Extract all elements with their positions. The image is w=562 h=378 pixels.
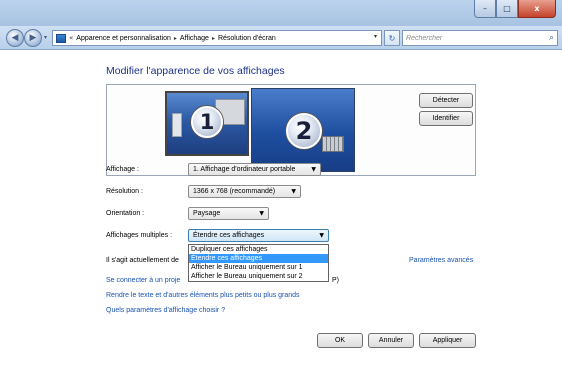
search-box: ⌕ — [402, 30, 558, 46]
maximize-button[interactable]: □ — [496, 0, 518, 18]
orientation-label: Orientation : — [106, 210, 145, 217]
breadcrumb-resolution[interactable]: Résolution d'écran — [218, 35, 276, 42]
resolution-label: Résolution : — [106, 188, 143, 195]
main-content: Modifier l'apparence de vos affichages 1… — [0, 51, 562, 378]
refresh-button[interactable]: ↻ — [384, 30, 400, 46]
refresh-icon: ↻ — [388, 33, 396, 43]
display-settings-window: – □ x ◀ ▶ ▾ « Apparence et personnalisat… — [0, 0, 562, 378]
chevron-down-icon: ▼ — [291, 188, 296, 195]
forward-button[interactable]: ▶ — [24, 29, 42, 47]
ok-button[interactable]: OK — [317, 333, 363, 348]
dropdown-option-only-2[interactable]: Afficher le Bureau uniquement sur 2 — [189, 272, 328, 281]
which-settings-link[interactable]: Quels paramètres d'affichage choisir ? — [106, 307, 225, 314]
chevron-down-icon: ▼ — [311, 166, 316, 173]
display-label: Affichage : — [106, 166, 139, 173]
breadcrumb-arrow-icon[interactable]: ▸ — [174, 35, 177, 42]
monitor-1[interactable]: 1 — [165, 91, 249, 156]
minimize-button[interactable]: – — [474, 0, 496, 18]
address-bar[interactable]: « Apparence et personnalisation ▸ Affich… — [52, 30, 382, 46]
resolution-select-value: 1366 x 768 (recommandé) — [193, 188, 276, 195]
chevron-down-icon: ▼ — [259, 210, 264, 217]
search-icon[interactable]: ⌕ — [549, 33, 554, 43]
breadcrumb-affichage[interactable]: Affichage — [180, 35, 209, 42]
resolution-select[interactable]: 1366 x 768 (recommandé) ▼ — [188, 185, 301, 198]
advanced-settings-link[interactable]: Paramètres avancés — [409, 257, 473, 264]
current-display-text: Il s'agit actuellement de — [106, 257, 179, 264]
arrow-right-icon: ▶ — [29, 33, 37, 43]
address-dropdown-icon[interactable]: ▾ — [374, 33, 377, 40]
monitor-2-number: 2 — [286, 113, 322, 149]
cancel-button[interactable]: Annuler — [368, 333, 414, 348]
connect-projector-link[interactable]: Se connecter à un proje — [106, 277, 180, 284]
monitor-2[interactable]: 2 — [251, 88, 355, 172]
title-bar: – □ x — [0, 0, 562, 26]
history-dropdown-icon[interactable]: ▾ — [44, 34, 47, 41]
text-size-link[interactable]: Rendre le texte et d'autres éléments plu… — [106, 292, 300, 299]
page-title: Modifier l'apparence de vos affichages — [106, 65, 285, 77]
close-button[interactable]: x — [518, 0, 556, 18]
arrow-left-icon: ◀ — [11, 33, 19, 43]
orientation-select[interactable]: Paysage ▼ — [188, 207, 269, 220]
control-panel-icon — [56, 33, 66, 43]
identify-button[interactable]: Identifier — [419, 111, 473, 126]
dropdown-option-duplicate[interactable]: Dupliquer ces affichages — [189, 245, 328, 254]
multiple-displays-dropdown-list: Dupliquer ces affichages Étendre ces aff… — [188, 244, 329, 282]
caption-buttons: – □ x — [474, 0, 556, 18]
breadcrumb-overflow-icon[interactable]: « — [69, 34, 73, 42]
multiple-displays-select-value: Étendre ces affichages — [193, 232, 265, 239]
breadcrumb-apparence[interactable]: Apparence et personnalisation — [76, 35, 171, 42]
orientation-select-value: Paysage — [193, 210, 221, 217]
display-select-value: 1. Affichage d'ordinateur portable — [193, 166, 296, 173]
breadcrumb-arrow-icon[interactable]: ▸ — [212, 35, 215, 42]
apply-button[interactable]: Appliquer — [419, 333, 476, 348]
search-input[interactable] — [406, 33, 536, 43]
monitor-1-sidebar-thumbnail — [172, 113, 182, 137]
display-select[interactable]: 1. Affichage d'ordinateur portable ▼ — [188, 163, 321, 176]
back-button[interactable]: ◀ — [6, 29, 24, 47]
detect-button[interactable]: Détecter — [419, 93, 473, 108]
chevron-down-icon: ▼ — [319, 232, 324, 239]
monitor-1-number: 1 — [191, 106, 223, 138]
current-display-text-end: P) — [332, 277, 339, 284]
monitor-2-grid-thumbnail — [322, 136, 344, 152]
dropdown-option-only-1[interactable]: Afficher le Bureau uniquement sur 1 — [189, 263, 328, 272]
multiple-displays-select[interactable]: Étendre ces affichages ▼ — [188, 229, 329, 242]
navigation-bar: ◀ ▶ ▾ « Apparence et personnalisation ▸ … — [0, 26, 562, 50]
multiple-displays-label: Affichages multiples : — [106, 232, 173, 239]
dropdown-option-extend[interactable]: Étendre ces affichages — [189, 254, 328, 263]
